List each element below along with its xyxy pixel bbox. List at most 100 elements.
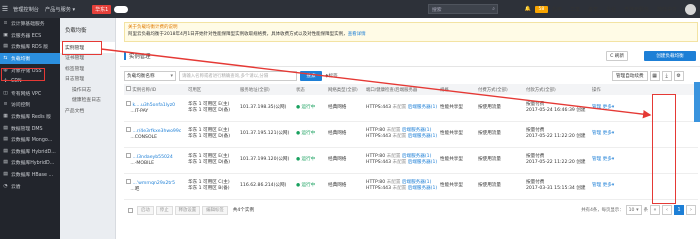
sidebar-item-icon: ▤ — [3, 137, 8, 143]
instance-name-link[interactable]: ...'wmrnqn29x2tr5 — [132, 181, 175, 186]
subnav-item-tags[interactable]: 标签管理 — [60, 63, 115, 74]
search-icon[interactable]: ⌕ — [492, 6, 495, 12]
avatar[interactable] — [685, 3, 696, 15]
top-link-enterprise[interactable]: 企业 — [602, 6, 620, 13]
top-search-input[interactable]: 搜索 ⌕ — [428, 4, 498, 14]
page-header: 实例管理 C 刷新 创建负载均衡 — [120, 45, 700, 67]
backend-servers-link[interactable]: 后端服务器(1) — [408, 186, 437, 191]
spec-cell: 性能共享型 — [438, 121, 476, 148]
column-header[interactable]: 付款方式(全部) — [524, 84, 590, 95]
refresh-button[interactable]: C 刷新 — [606, 51, 628, 61]
subnav-item-logs[interactable]: 日志管理 — [60, 74, 115, 85]
backend-servers-link[interactable]: 后端服务器(1) — [408, 105, 437, 110]
highlight-manage-column — [652, 94, 676, 204]
page-title: 实例管理 — [124, 52, 151, 60]
filter-field-select[interactable]: 负载均衡名称 — [124, 71, 176, 81]
backend-servers-link[interactable]: 后端服务器(1) — [402, 128, 431, 133]
sidebar-item[interactable]: ▤ 云数据库 RDS 版 — [0, 41, 60, 53]
bell-icon[interactable]: 🔔 — [521, 6, 535, 12]
search-button[interactable]: 搜索 — [300, 71, 322, 81]
account-bubble — [114, 5, 129, 13]
start-button[interactable]: 启动 — [137, 205, 154, 215]
sidebar-item[interactable]: ▣ 云服务器 ECS — [0, 30, 60, 42]
console-title[interactable]: 管理控制台 — [10, 6, 42, 13]
prev-page-button[interactable]: ‹ — [662, 205, 672, 215]
auto-renew-button[interactable]: 管理自动续费 — [612, 71, 648, 81]
column-header: 规格 — [438, 84, 476, 95]
top-link-tickets[interactable]: 工单 — [566, 6, 584, 13]
sidebar-item[interactable]: ▦ 云数据库 Redis 版 — [0, 111, 60, 123]
row-checkbox[interactable] — [126, 100, 131, 106]
sidebar-item[interactable]: ▤ 云数据库 Mongo... — [0, 134, 60, 146]
manage-link[interactable]: 管理 — [592, 105, 601, 110]
top-link-beian[interactable]: 备案 — [584, 6, 602, 13]
instance-name-link[interactable]: k....u3h5onfa1lyz0 — [132, 103, 175, 108]
row-checkbox[interactable] — [126, 179, 131, 184]
subnav-item-operation-logs[interactable]: 操作日志 — [60, 84, 115, 95]
column-header[interactable]: 服务地址(全部) — [238, 84, 294, 95]
top-link-fees[interactable]: 费用 — [548, 6, 566, 13]
sidebar-item[interactable]: ▤ 云数据库 HBase ... — [0, 169, 60, 181]
page-number[interactable]: 1 — [674, 205, 684, 215]
backend-servers-link[interactable]: 后端服务器(1) — [402, 154, 431, 159]
stop-button[interactable]: 停止 — [155, 205, 173, 215]
sidebar-item-icon: ⊙ — [3, 102, 8, 108]
highlight-instance-management — [62, 41, 102, 55]
page-size-select[interactable]: 10 — [625, 205, 642, 215]
manage-link[interactable]: 管理 — [592, 157, 601, 162]
more-menu[interactable]: 更多▾ — [603, 183, 615, 188]
filter-search-input[interactable]: 请输入名称或者进行精确查询,多个请以,分隔 — [179, 71, 297, 81]
backend-servers-link[interactable]: 后端服务器(1) — [408, 160, 437, 165]
column-header[interactable]: 付费方式(全部) — [476, 84, 524, 95]
region-selector[interactable]: 华东1 — [92, 4, 112, 14]
row-checkbox[interactable] — [126, 153, 131, 158]
tag-filter[interactable]: ◆标签 — [325, 73, 338, 79]
release-settings-button[interactable]: 释放设置 — [174, 205, 201, 215]
sidebar-item[interactable]: ⊙ 访问控制 — [0, 99, 60, 111]
sidebar-item-label: 数据管理 DMS — [11, 126, 43, 132]
sidebar-item[interactable]: ◫ 专有网络 VPC — [0, 88, 60, 100]
sidebar-item[interactable]: ▤ 云数据库 HybridD... — [0, 146, 60, 158]
gear-icon[interactable]: ⚙ — [673, 71, 684, 81]
column-header[interactable]: 网络类型(全部) — [326, 84, 364, 95]
zone-cell: 华东 1 可用区 E(主) 华东 1 可用区 D(备) — [186, 95, 238, 122]
sidebar-item[interactable]: ⇆ 负载均衡 — [0, 52, 60, 65]
action-cell: 管理 更多▾ — [590, 173, 618, 200]
products-menu[interactable]: 产品与服务 ▾ — [42, 6, 78, 13]
row-checkbox[interactable] — [126, 127, 131, 132]
menu-icon[interactable]: ☰ — [0, 0, 10, 18]
instance-name-link[interactable]: ...l3ndaeyb55024 — [132, 155, 172, 160]
floating-helper-tab[interactable] — [694, 82, 700, 122]
edit-tags-button[interactable]: 编辑标签 — [202, 205, 228, 215]
sidebar-item[interactable]: ≡ 云计算基础服务 — [0, 18, 60, 30]
more-menu[interactable]: 更多▾ — [603, 157, 615, 162]
backend-servers-link[interactable]: 后端服务器(1) — [402, 180, 431, 185]
first-page-button[interactable]: « — [650, 205, 660, 215]
notice-body: 阿里云负载均衡于2018年4月1日开始针对性能保障型实例收取规格费，具体收费方式… — [128, 32, 348, 37]
grid-icon[interactable]: ▦ — [649, 71, 660, 81]
instance-name-link[interactable]: ...r/4e3rfkxe3hwo99c — [132, 129, 181, 134]
sidebar-item-label: 云数据库 HybridD... — [11, 149, 56, 155]
create-lb-button[interactable]: 创建负载均衡 — [644, 51, 696, 61]
ports-cell: HTTPS:443 未配置 后端服务器(1) — [364, 95, 438, 122]
notification-badge[interactable]: 58 — [534, 5, 548, 13]
sidebar-item[interactable]: ▤ 数据管理 DMS — [0, 122, 60, 134]
subnav-item-docs[interactable]: 产品文档 — [60, 105, 115, 116]
footer-select-checkbox[interactable] — [128, 207, 133, 213]
sidebar-item[interactable]: ◔ 云盾 — [0, 180, 60, 192]
manage-link[interactable]: 管理 — [592, 183, 601, 188]
more-menu[interactable]: 更多▾ — [603, 131, 615, 136]
subnav-item-health-logs[interactable]: 健康检查日志 — [60, 95, 115, 106]
more-menu[interactable]: 更多▾ — [603, 105, 615, 110]
notice-link[interactable]: 查看详情 — [348, 32, 366, 37]
sidebar-item[interactable]: ▤ 云数据库HybridD... — [0, 157, 60, 169]
language-selector[interactable]: 简体中文 — [653, 6, 681, 13]
next-page-button[interactable]: › — [686, 205, 696, 215]
backend-servers-link[interactable]: 后端服务器(1) — [408, 134, 437, 139]
action-cell: 管理 更多▾ — [590, 95, 618, 122]
top-link-support[interactable]: 支持与服务 — [620, 6, 653, 13]
select-all-checkbox[interactable] — [126, 86, 131, 91]
manage-link[interactable]: 管理 — [592, 131, 601, 136]
network-type-cell: 经典网络 — [326, 173, 364, 200]
download-icon[interactable]: ⤓ — [661, 71, 672, 81]
